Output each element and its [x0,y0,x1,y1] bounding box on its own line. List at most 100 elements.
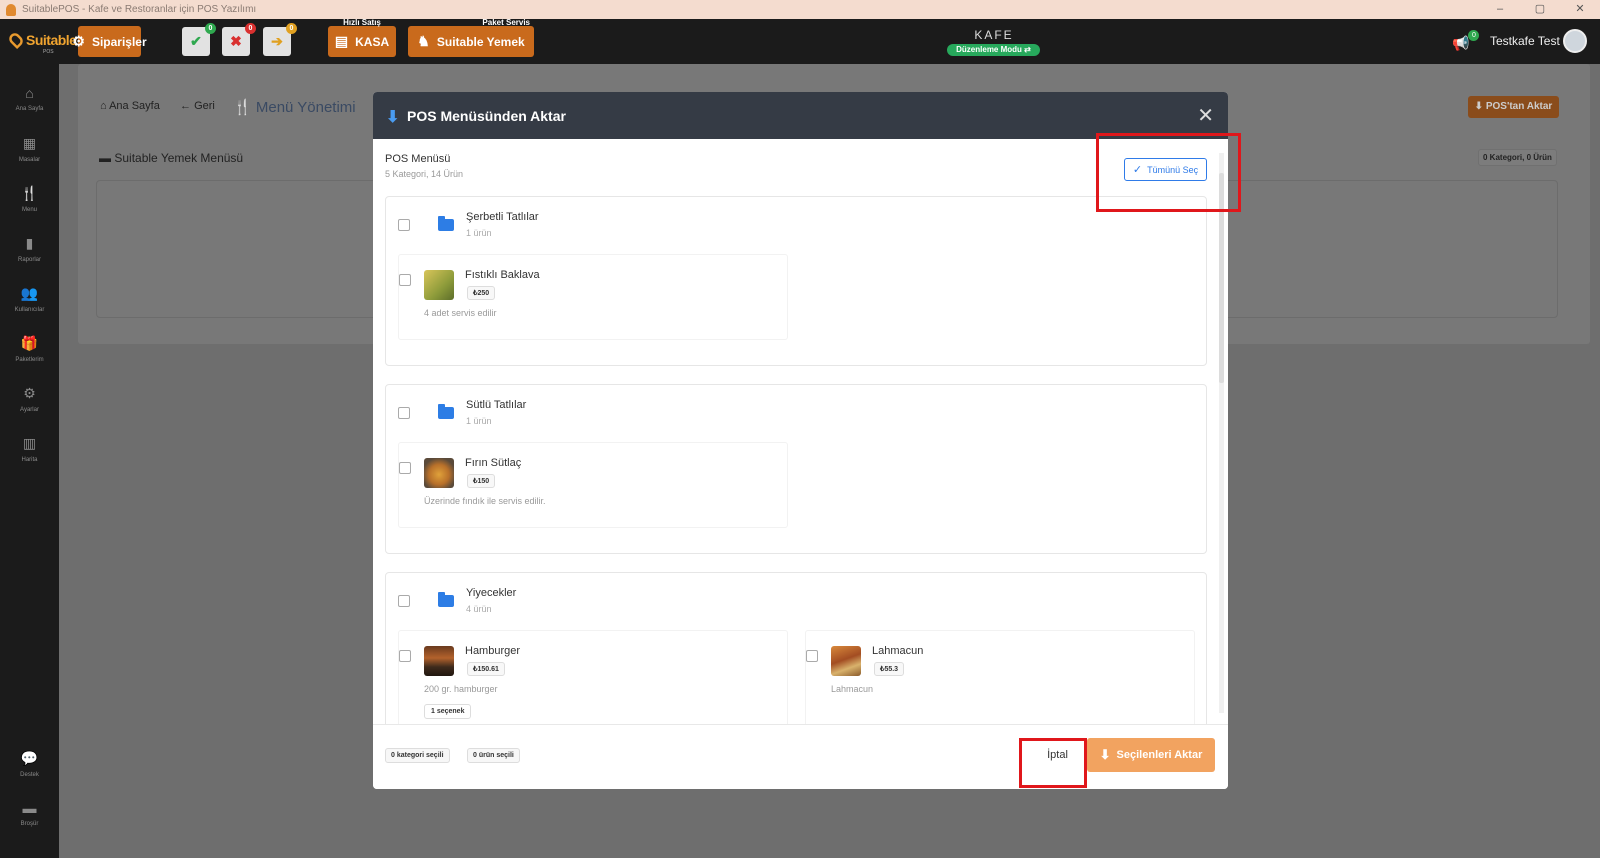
product-name: Lahmacun [872,645,924,657]
suitable-logo[interactable]: Suitable POS [6,30,77,55]
approve-button[interactable]: ✔ 0 [182,23,216,56]
product-description: Üzerinde fındık ile servis edilir. [424,496,546,506]
download-icon: ⬇ [1474,101,1486,112]
import-selected-button[interactable]: ⬇ Seçilenleri Aktar [1087,738,1215,772]
check-icon: ✔ [190,33,202,49]
close-icon[interactable]: ✕ [1197,103,1214,128]
sidebar-item-label: Menu [21,207,37,213]
reject-button[interactable]: ✖ 0 [222,23,256,56]
category-name: Yiyecekler [466,587,517,599]
product-card: Fıstıklı Baklava ₺250 4 adet servis edil… [398,254,788,340]
folder-icon [438,404,454,419]
sidebar-item-packages[interactable]: 🎁 Paketlerim [0,335,59,363]
sidebar-item-home[interactable]: ⌂ Ana Sayfa [0,85,59,112]
section-count-badge: 0 Kategori, 0 Ürün [1478,149,1557,166]
orders-button[interactable]: ⚙ Siparişler [72,26,147,57]
product-checkbox[interactable] [806,650,818,662]
breadcrumb-home[interactable]: ⌂ Ana Sayfa [100,100,160,112]
menu-title: POS Menüsü [385,153,451,165]
venue-name: KAFE [974,28,1014,42]
orders-label: Siparişler [91,34,147,49]
folder-icon [438,216,454,231]
kasa-button[interactable]: Hızlı Satış ▤ KASA [328,18,396,57]
download-icon: ⬇ [386,109,400,126]
category-checkbox[interactable] [398,407,410,419]
modal-footer: 0 kategori seçili 0 ürün seçili İptal ⬇ … [373,724,1228,789]
cash-register-icon: ▤ [334,33,349,49]
reject-count-badge: 0 [245,23,256,34]
back-button[interactable]: ← Geri [180,100,215,112]
sidebar-item-settings[interactable]: ⚙ Ayarlar [0,385,59,413]
category-name: Şerbetli Tatlılar [466,211,539,223]
product-description: 4 adet servis edilir [424,308,497,318]
product-name: Fıstıklı Baklava [465,269,540,281]
price-badge: ₺150.61 [467,662,505,676]
sidebar-item-brochure[interactable]: ▬ Broşür [0,800,59,827]
edit-mode-toggle[interactable]: Düzenleme Modu ⇄ [947,44,1040,56]
modal-body: POS Menüsü 5 Kategori, 14 Ürün ✓ Tümünü … [373,139,1228,724]
sidebar: ⌂ Ana Sayfa ▦ Masalar 🍴 Menu ▮ Raporlar … [0,64,59,858]
maximize-button[interactable]: ▢ [1520,0,1560,19]
close-window-button[interactable]: ✕ [1560,0,1600,19]
download-icon: ⬇ [1099,747,1111,762]
kasa-label: KASA [355,34,390,49]
product-card: Hamburger ₺150.61 200 gr. hamburger 1 se… [398,630,788,724]
modal-scrollbar[interactable] [1219,153,1224,713]
avatar[interactable] [1563,29,1587,53]
sidebar-item-menu[interactable]: 🍴 Menu [0,185,59,213]
sidebar-item-support[interactable]: 💬 Destek [0,750,59,778]
product-checkbox[interactable] [399,462,411,474]
logo-subtext: POS [43,49,54,55]
section-title: ▬ Suitable Yemek Menüsü [99,151,243,165]
menu-summary: 5 Kategori, 14 Ürün [385,169,464,179]
forward-count-badge: 0 [286,23,297,34]
map-icon: ▥ [22,435,37,451]
category-checkbox[interactable] [398,219,410,231]
sidebar-item-label: Kullanıcılar [14,307,45,313]
product-image [424,458,454,488]
sidebar-item-label: Destek [20,772,39,778]
page-title-text: Menü Yönetimi [255,99,356,116]
edit-mode-label: Düzenleme Modu [956,45,1022,54]
sidebar-item-tables[interactable]: ▦ Masalar [0,135,59,163]
product-checkbox[interactable] [399,274,411,286]
sidebar-item-label: Harita [21,457,38,463]
category-card: Şerbetli Tatlılar 1 ürün Fıstıklı Baklav… [385,196,1207,366]
product-image [424,270,454,300]
window-title: SuitablePOS - Kafe ve Restoranlar için P… [22,4,257,15]
announcement-button[interactable]: 📢 0 [1452,30,1480,52]
quick-sale-caption: Hızlı Satış [343,18,381,27]
sidebar-item-users[interactable]: 👥 Kullanıcılar [0,285,59,313]
suitable-yemek-label: Suitable Yemek [436,34,525,49]
package-service-caption: Paket Servis [482,18,530,27]
sidebar-item-map[interactable]: ▥ Harita [0,435,59,463]
modal-header: ⬇ POS Menüsünden Aktar ✕ [373,92,1228,139]
product-image [831,646,861,676]
product-description: Lahmacun [831,684,874,694]
window-controls: – ▢ ✕ [1480,0,1600,19]
products-selected-badge: 0 ürün seçili [467,748,520,763]
categories-selected-badge: 0 kategori seçili [385,748,450,763]
sidebar-item-label: Broşür [20,821,39,827]
arrow-left-icon: ← [180,100,195,112]
modal-title: POS Menüsünden Aktar [407,108,566,124]
product-image [424,646,454,676]
product-checkbox[interactable] [399,650,411,662]
pin-icon [6,30,26,50]
sidebar-item-label: Ana Sayfa [15,106,44,112]
section-title-text: Suitable Yemek Menüsü [114,151,244,165]
page-title: 🍴 Menü Yönetimi [233,98,356,116]
pos-import-button[interactable]: ⬇ POS'tan Aktar [1468,96,1559,118]
category-checkbox[interactable] [398,595,410,607]
gift-icon: 🎁 [20,335,39,351]
minimize-button[interactable]: – [1480,0,1520,19]
swap-icon: ⇄ [1024,45,1031,54]
user-name[interactable]: Testkafe Test [1490,34,1560,48]
forward-button[interactable]: ➔ 0 [263,23,297,56]
breadcrumb-home-label: Ana Sayfa [109,100,160,112]
product-description: 200 gr. hamburger [424,684,498,694]
motorcycle-icon: ♞ [417,33,430,49]
sidebar-item-reports[interactable]: ▮ Raporlar [0,235,59,263]
approve-count-badge: 0 [205,23,216,34]
suitable-yemek-button[interactable]: Paket Servis ♞ Suitable Yemek [408,18,534,57]
